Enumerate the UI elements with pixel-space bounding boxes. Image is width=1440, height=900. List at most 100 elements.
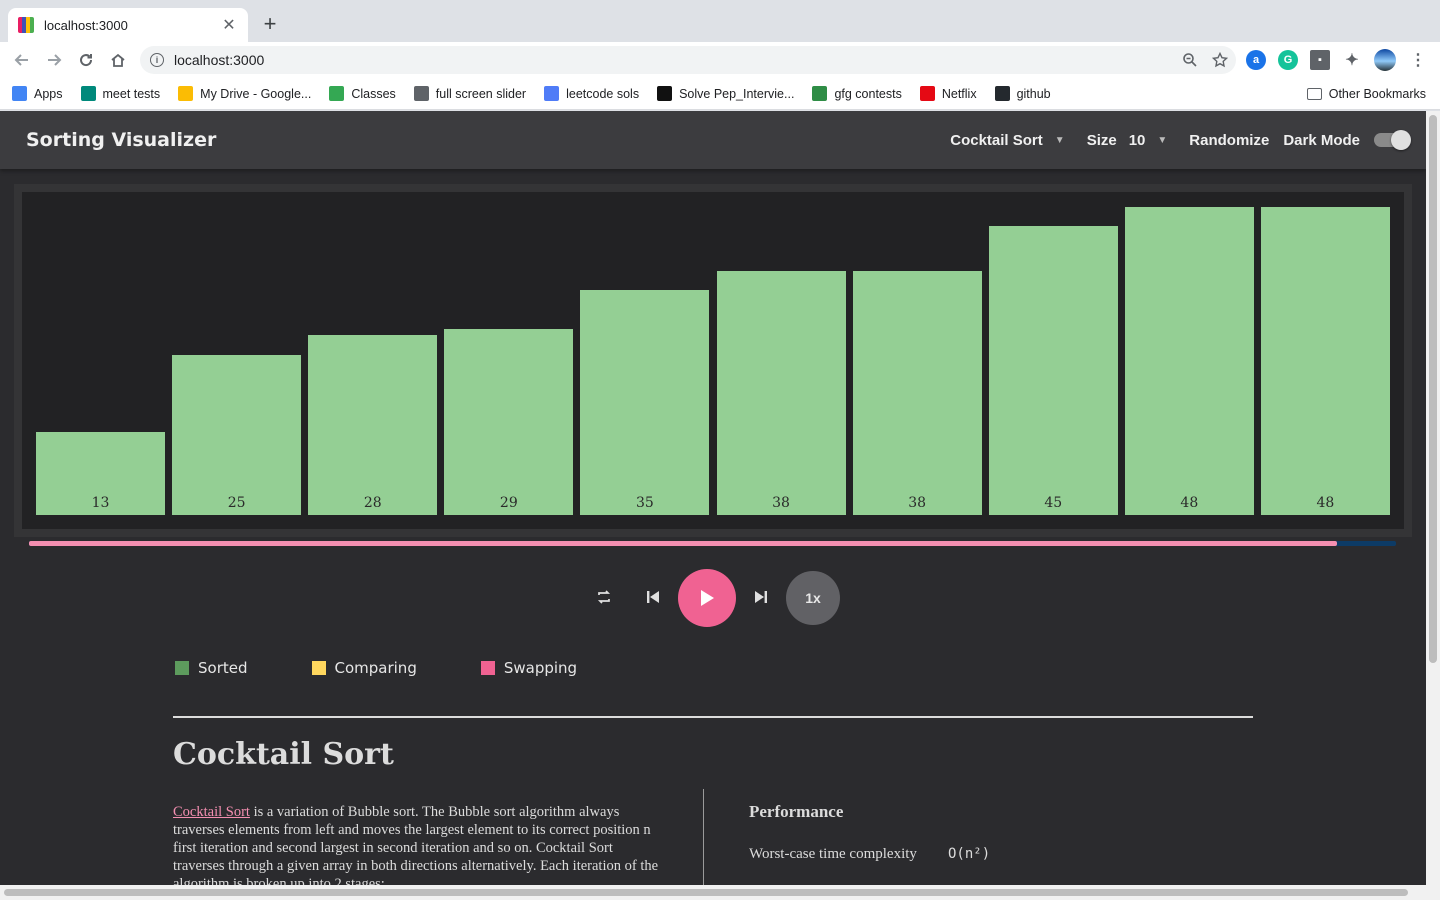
bookmark-label: leetcode sols bbox=[566, 86, 640, 101]
bar-value-label: 13 bbox=[91, 495, 110, 511]
algorithm-link[interactable]: Cocktail Sort bbox=[173, 804, 250, 820]
play-button[interactable] bbox=[678, 569, 736, 627]
bookmark-label: gfg contests bbox=[834, 86, 902, 101]
legend-label: Sorted bbox=[198, 659, 248, 677]
bar: 48 bbox=[1260, 207, 1390, 515]
bookmark-item[interactable]: Classes bbox=[329, 86, 396, 101]
bar: 38 bbox=[852, 271, 982, 515]
bookmark-favicon-icon bbox=[544, 86, 560, 101]
zoom-icon[interactable] bbox=[1182, 52, 1198, 68]
bookmark-item[interactable]: Apps bbox=[12, 86, 63, 101]
back-button[interactable] bbox=[6, 44, 38, 76]
legend: Sorted Comparing Swapping bbox=[175, 659, 641, 677]
performance-title: Performance bbox=[749, 802, 844, 821]
legend-swatch bbox=[311, 661, 326, 675]
extensions-puzzle-icon[interactable]: ✦ bbox=[1342, 50, 1362, 70]
browser-tab[interactable]: localhost:3000 ✕ bbox=[8, 8, 248, 42]
speed-button[interactable]: 1x bbox=[786, 571, 840, 625]
bar: 25 bbox=[172, 354, 302, 515]
bar: 48 bbox=[1124, 207, 1254, 515]
home-button[interactable] bbox=[102, 44, 134, 76]
section-divider bbox=[173, 716, 1253, 718]
folder-icon bbox=[1306, 88, 1322, 100]
scroll-thumb[interactable] bbox=[4, 889, 1408, 896]
profile-avatar[interactable] bbox=[1374, 49, 1396, 71]
bar-value-label: 45 bbox=[1044, 495, 1063, 511]
bookmark-item[interactable]: leetcode sols bbox=[544, 86, 639, 101]
progress-slider[interactable] bbox=[29, 541, 1396, 546]
bar-value-label: 25 bbox=[227, 495, 246, 511]
bookmark-favicon-icon bbox=[919, 86, 935, 101]
repeat-button[interactable] bbox=[594, 587, 614, 607]
bookmark-label: My Drive - Google... bbox=[200, 86, 312, 101]
url-text: localhost:3000 bbox=[174, 52, 265, 68]
chevron-down-icon: ▼ bbox=[1157, 134, 1168, 146]
new-tab-button[interactable]: + bbox=[258, 12, 282, 36]
horizontal-scrollbar[interactable] bbox=[0, 885, 1426, 900]
size-value: 10 bbox=[1128, 131, 1146, 149]
skip-previous-icon bbox=[647, 591, 659, 603]
play-icon bbox=[701, 590, 714, 606]
bookmark-item[interactable]: gfg contests bbox=[812, 86, 902, 101]
other-bookmarks-label: Other Bookmarks bbox=[1328, 87, 1426, 101]
bar: 13 bbox=[36, 431, 166, 515]
legend-swatch bbox=[480, 661, 495, 675]
extension-doc-icon[interactable]: ▪ bbox=[1310, 50, 1330, 70]
bar-value-label: 29 bbox=[499, 495, 518, 511]
bookmark-favicon-icon bbox=[329, 86, 345, 101]
reload-icon bbox=[80, 54, 93, 67]
address-bar[interactable]: i localhost:3000 bbox=[140, 46, 1236, 74]
bookmark-label: meet tests bbox=[102, 86, 161, 101]
bar: 28 bbox=[308, 335, 438, 515]
bookmark-favicon-icon bbox=[413, 86, 429, 101]
reload-button[interactable] bbox=[70, 44, 102, 76]
app-header: Sorting Visualizer Cocktail Sort ▼ Size … bbox=[0, 111, 1426, 169]
bookmark-star-icon[interactable] bbox=[1212, 52, 1228, 68]
bookmark-item[interactable]: Solve Pep_Intervie... bbox=[657, 86, 794, 101]
dark-mode-label: Dark Mode bbox=[1283, 131, 1360, 149]
close-tab-icon[interactable]: ✕ bbox=[220, 15, 238, 35]
legend-item: Swapping bbox=[480, 659, 577, 677]
algorithm-title: Cocktail Sort bbox=[173, 737, 394, 772]
other-bookmarks[interactable]: Other Bookmarks bbox=[1306, 78, 1426, 110]
bookmark-item[interactable]: Netflix bbox=[919, 86, 977, 101]
bookmark-item[interactable]: github bbox=[994, 86, 1051, 101]
algorithm-select-value: Cocktail Sort bbox=[950, 131, 1043, 149]
site-info-icon[interactable]: i bbox=[150, 53, 164, 67]
previous-step-button[interactable] bbox=[642, 585, 664, 609]
extension-a-icon[interactable]: a bbox=[1246, 50, 1266, 70]
bookmark-item[interactable]: My Drive - Google... bbox=[178, 86, 311, 101]
bar: 45 bbox=[988, 226, 1118, 515]
bar-value-label: 38 bbox=[772, 495, 790, 511]
bookmark-label: full screen slider bbox=[435, 86, 527, 101]
bookmark-label: Apps bbox=[34, 86, 63, 101]
vertical-scrollbar[interactable] bbox=[1426, 111, 1440, 900]
bar: 38 bbox=[716, 271, 846, 515]
next-step-button[interactable] bbox=[750, 585, 772, 609]
bookmark-item[interactable]: full screen slider bbox=[413, 86, 527, 101]
bookmark-item[interactable]: meet tests bbox=[80, 86, 161, 101]
forward-button[interactable] bbox=[38, 44, 70, 76]
bookmark-label: github bbox=[1016, 86, 1051, 101]
browser-menu-icon[interactable]: ⋮ bbox=[1408, 50, 1428, 70]
chevron-down-icon: ▼ bbox=[1054, 134, 1065, 146]
grammarly-icon[interactable]: G bbox=[1278, 50, 1298, 70]
randomize-button[interactable]: Randomize bbox=[1189, 132, 1269, 149]
bookmark-label: Netflix bbox=[941, 86, 977, 101]
playback-controls: 1x bbox=[0, 567, 1426, 627]
dark-mode-toggle[interactable] bbox=[1374, 130, 1411, 150]
bookmark-favicon-icon bbox=[994, 86, 1010, 101]
size-select[interactable]: Size 10 ▼ bbox=[1087, 132, 1168, 149]
favicon-icon bbox=[18, 17, 34, 33]
visualizer-stage: 13 25 28 29 35 38 38 45 48 48 bbox=[14, 184, 1412, 537]
bar: 29 bbox=[444, 328, 574, 515]
progress-fill bbox=[29, 541, 1338, 546]
browser-tabstrip: localhost:3000 ✕ + bbox=[0, 0, 1440, 42]
legend-swatch bbox=[175, 661, 189, 675]
bar-value-label: 28 bbox=[363, 495, 382, 511]
algorithm-description: Cocktail Sort is a variation of Bubble s… bbox=[173, 803, 668, 885]
algorithm-select[interactable]: Cocktail Sort ▼ bbox=[950, 132, 1064, 149]
legend-item: Comparing bbox=[311, 659, 417, 677]
scroll-thumb[interactable] bbox=[1429, 115, 1437, 663]
browser-toolbar: i localhost:3000 a G ▪ ✦ ⋮ bbox=[0, 42, 1440, 78]
